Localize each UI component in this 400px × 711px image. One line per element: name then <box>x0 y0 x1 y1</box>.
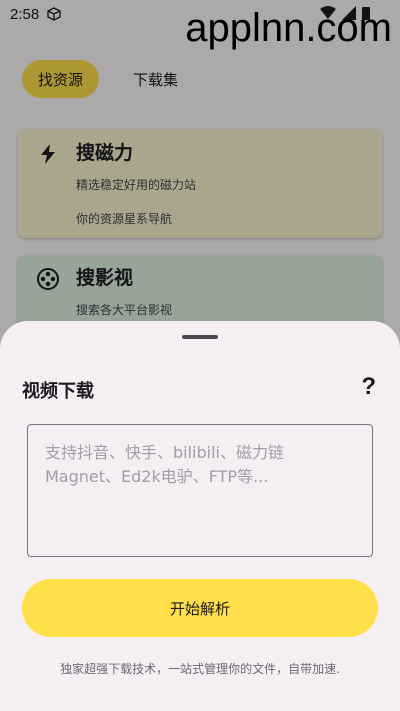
help-icon[interactable]: ? <box>361 373 376 401</box>
sheet-title: 视频下载 <box>22 381 94 402</box>
footer-note: 独家超强下载技术，一站式管理你的文件，自带加速. <box>60 662 340 676</box>
start-parse-button[interactable]: 开始解析 <box>22 579 378 637</box>
link-input[interactable] <box>27 424 373 557</box>
watermark-text: applnn.com <box>185 6 392 50</box>
video-download-sheet: 视频下载 ? 开始解析 独家超强下载技术，一站式管理你的文件，自带加速. <box>0 321 400 711</box>
drag-handle[interactable] <box>182 335 218 339</box>
